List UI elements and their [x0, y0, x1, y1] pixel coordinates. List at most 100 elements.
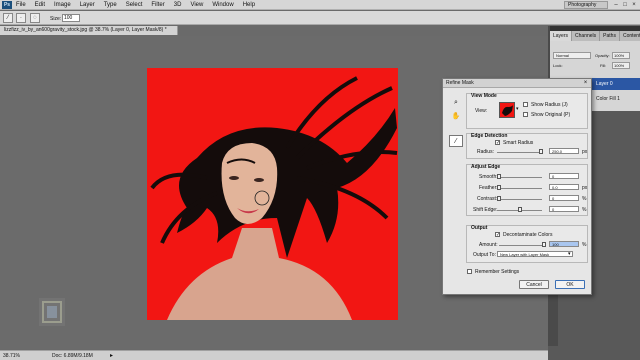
smart-radius-label: Smart Radius — [503, 140, 534, 146]
cancel-button[interactable]: Cancel — [519, 280, 549, 289]
view-label: View: — [475, 108, 488, 114]
amount-field[interactable]: 100 — [549, 241, 579, 247]
feather-slider-knob[interactable] — [497, 185, 501, 190]
close-icon[interactable]: × — [630, 1, 638, 9]
ok-button[interactable]: OK — [555, 280, 585, 289]
close-icon[interactable]: × — [582, 80, 589, 87]
radius-unit: px — [582, 149, 588, 155]
menu-layer[interactable]: Layer — [80, 2, 95, 8]
size-label: Size: — [50, 16, 62, 22]
decontaminate-colors-label: Decontaminate Colors — [503, 232, 553, 238]
menu-3d[interactable]: 3D — [174, 2, 182, 8]
tab-channels[interactable]: Channels — [572, 31, 601, 41]
feather-label: Feather: — [479, 185, 498, 191]
feather-slider-track[interactable] — [497, 188, 542, 189]
zoom-tool-icon[interactable]: ⌕ — [449, 97, 463, 109]
view-mode-preview[interactable] — [499, 102, 515, 118]
doc-size: Doc: 6.89M/9.18M — [52, 353, 93, 359]
remember-settings-label: Remember Settings — [475, 269, 520, 275]
feather-field[interactable]: 0.0 — [549, 184, 579, 190]
view-mode-title: View Mode — [471, 93, 497, 99]
lock-label: Lock: — [553, 63, 563, 68]
tab-paths[interactable]: Paths — [600, 31, 620, 41]
edge-detection-title: Edge Detection — [471, 133, 508, 139]
contrast-label: Contrast: — [477, 196, 498, 202]
tab-layers[interactable]: Layers — [550, 31, 573, 41]
output-to-value: New Layer with Layer Mask — [500, 252, 550, 257]
status-bar: 38.71% Doc: 6.89M/9.18M ▸ — [0, 350, 548, 360]
status-arrow-icon[interactable]: ▸ — [110, 352, 113, 359]
radius-slider-track[interactable] — [497, 152, 542, 153]
shift-edge-field[interactable]: 0 — [549, 206, 579, 212]
shift-edge-label: Shift Edge: — [473, 207, 498, 213]
options-bar — [0, 11, 640, 25]
smooth-slider-track[interactable] — [497, 177, 542, 178]
dialog-title: Refine Mask — [443, 79, 591, 88]
brush-preset-icon[interactable]: ∙ — [16, 13, 26, 23]
portrait-image — [150, 76, 398, 320]
opacity-field[interactable]: 100% — [612, 52, 630, 59]
view-thumbnail-icon — [502, 105, 513, 116]
menu-select[interactable]: Select — [126, 2, 143, 8]
view-dropdown-icon[interactable]: ▾ — [516, 106, 519, 112]
panel-tabs: Layers Channels Paths Contents — [550, 31, 640, 41]
view-mode-group: View Mode View: ▾ Show Radius (J) Show O… — [466, 93, 588, 129]
menu-help[interactable]: Help — [243, 2, 255, 8]
refine-radius-tool-icon[interactable]: ⁄ — [3, 13, 13, 23]
radius-label: Radius: — [477, 149, 494, 155]
refine-mask-dialog: Refine Mask × ⌕ ✋ ⁄ View Mode View: ▾ Sh… — [442, 78, 592, 295]
shift-edge-slider-knob[interactable] — [518, 207, 522, 212]
edge-detection-group: Edge Detection ✓ Smart Radius Radius: 25… — [466, 133, 588, 159]
decontaminate-colors-checkbox[interactable]: ✓ — [495, 232, 500, 238]
layer-name: Layer 0 — [596, 81, 613, 87]
menu-view[interactable]: View — [190, 2, 203, 8]
fill-label: Fill: — [600, 63, 607, 68]
tab-contents[interactable]: Contents — [620, 31, 640, 41]
adjust-edge-group: Adjust Edge Smooth: 0 Feather: 0.0 px Co… — [466, 164, 588, 216]
contrast-unit: % — [582, 196, 587, 202]
show-original-checkbox[interactable] — [523, 112, 528, 117]
document-tab[interactable]: lizzfizz_iv_by_an600gravity_stock.jpg @ … — [0, 26, 178, 35]
output-group: Output ✓ Decontaminate Colors Amount: 10… — [466, 225, 588, 263]
workspace-switcher[interactable]: Photography — [564, 1, 608, 9]
remember-settings-checkbox[interactable] — [467, 269, 472, 274]
radius-field[interactable]: 250.0 — [549, 148, 579, 154]
dialog-tools: ⌕ ✋ ⁄ — [449, 93, 463, 153]
menu-filter[interactable]: Filter — [151, 2, 164, 8]
amount-slider-knob[interactable] — [542, 242, 546, 247]
menu-edit[interactable]: Edit — [35, 2, 45, 8]
show-radius-checkbox[interactable] — [523, 102, 528, 107]
smooth-label: Smooth: — [479, 174, 498, 180]
menu-window[interactable]: Window — [212, 2, 233, 8]
menu-image[interactable]: Image — [54, 2, 71, 8]
hand-tool-icon[interactable]: ✋ — [449, 111, 463, 123]
output-to-select[interactable]: New Layer with Layer Mask — [497, 251, 573, 257]
radius-slider-knob[interactable] — [539, 149, 543, 154]
show-original-label: Show Original (P) — [531, 112, 571, 118]
smooth-field[interactable]: 0 — [549, 173, 579, 179]
refine-radius-tool-icon[interactable]: ⁄ — [449, 135, 463, 147]
amount-slider-track[interactable] — [499, 245, 544, 246]
erase-refinements-icon[interactable]: ◌ — [30, 13, 40, 23]
output-dropdown-icon[interactable]: ▾ — [568, 251, 571, 257]
amount-label: Amount: — [479, 242, 498, 248]
fill-field[interactable]: 100% — [612, 62, 630, 69]
maximize-icon[interactable]: □ — [621, 1, 629, 9]
blend-mode-select[interactable]: Normal — [553, 52, 591, 59]
zoom-level[interactable]: 38.71% — [3, 353, 20, 359]
contrast-field[interactable]: 0 — [549, 195, 579, 201]
adjust-edge-title: Adjust Edge — [471, 164, 501, 170]
watermark-logo-icon — [39, 298, 65, 326]
contrast-slider-knob[interactable] — [497, 196, 501, 201]
menu-file[interactable]: File — [16, 2, 26, 8]
feather-unit: px — [582, 185, 588, 191]
smooth-slider-knob[interactable] — [497, 174, 501, 179]
opacity-label: Opacity: — [595, 53, 610, 58]
smart-radius-checkbox[interactable]: ✓ — [495, 140, 500, 146]
menu-type[interactable]: Type — [104, 2, 117, 8]
minimize-icon[interactable]: – — [612, 1, 620, 9]
size-field[interactable]: 100 — [62, 14, 80, 22]
contrast-slider-track[interactable] — [497, 199, 542, 200]
document-image[interactable] — [147, 68, 398, 320]
output-title: Output — [471, 225, 488, 231]
